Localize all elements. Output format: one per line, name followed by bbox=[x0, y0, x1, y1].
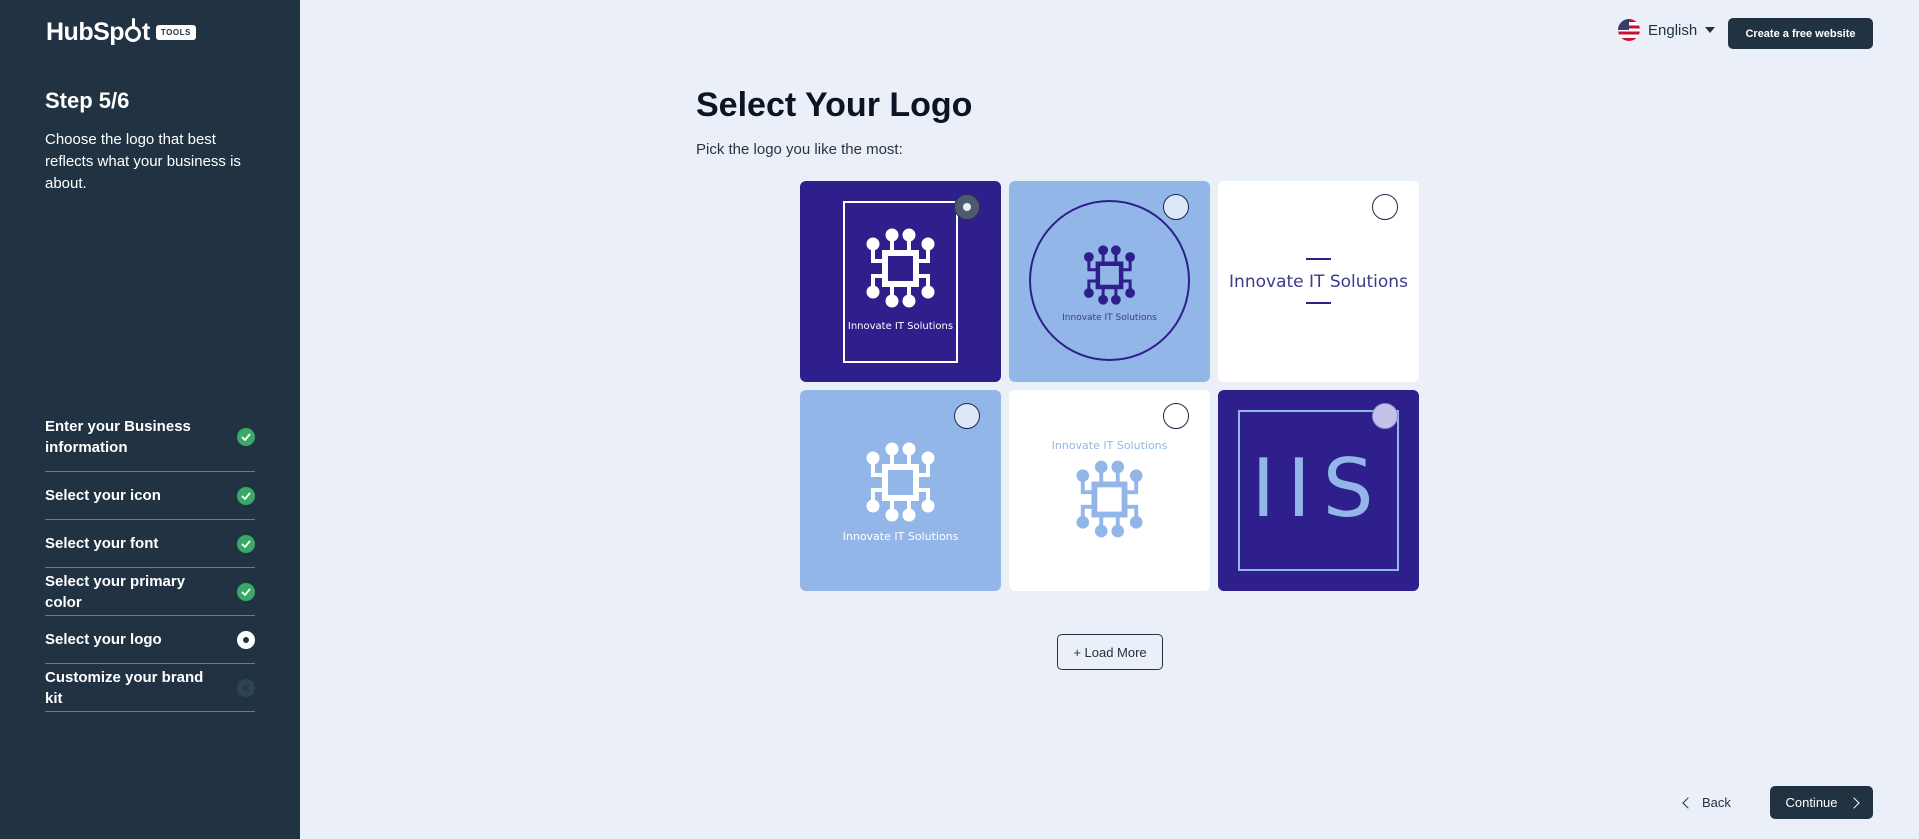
logo-option-2[interactable]: Innovate IT Solutions bbox=[1009, 181, 1210, 382]
pending-step-icon bbox=[237, 678, 255, 697]
step-label: Select your logo bbox=[45, 631, 162, 648]
circuit-chip-icon bbox=[866, 228, 935, 308]
language-selector[interactable]: English bbox=[1618, 19, 1716, 41]
page-subtitle: Pick the logo you like the most: bbox=[696, 141, 903, 158]
logo-text: Innovate IT Solutions bbox=[1062, 313, 1157, 323]
caret-down-icon bbox=[1705, 27, 1716, 33]
current-step-icon bbox=[237, 630, 255, 649]
step-label: Select your primary color bbox=[45, 572, 186, 611]
step-item-font: Select your font bbox=[45, 520, 255, 568]
radio-unselected[interactable] bbox=[954, 403, 980, 429]
logo-text: Innovate IT Solutions bbox=[1229, 272, 1408, 292]
logo-monogram: IIS bbox=[1251, 442, 1386, 535]
chevron-right-icon bbox=[1847, 796, 1860, 809]
chevron-left-icon bbox=[1682, 796, 1694, 809]
step-list: Enter your Business information Select y… bbox=[45, 408, 255, 712]
back-button[interactable]: Back bbox=[1682, 786, 1744, 819]
check-circle-icon bbox=[237, 534, 255, 553]
load-more-button[interactable]: + Load More bbox=[1057, 634, 1163, 670]
brand-name: HubSp t bbox=[46, 17, 150, 46]
step-label: Customize your brand kit bbox=[45, 668, 204, 707]
continue-label: Continue bbox=[1785, 795, 1838, 810]
logo-text: Innovate IT Solutions bbox=[842, 530, 959, 543]
us-flag-icon bbox=[1618, 19, 1640, 41]
logo-text: Innovate IT Solutions bbox=[1051, 439, 1168, 452]
logo-option-5[interactable]: Innovate IT Solutions bbox=[1009, 390, 1210, 591]
continue-button[interactable]: Continue bbox=[1770, 786, 1873, 819]
radio-unselected[interactable] bbox=[1163, 194, 1189, 220]
step-label: Enter your Business information bbox=[45, 417, 191, 456]
sprocket-icon bbox=[125, 17, 142, 42]
step-title: Step 5/6 bbox=[45, 88, 130, 113]
check-circle-icon bbox=[237, 486, 255, 505]
back-label: Back bbox=[1702, 795, 1731, 810]
check-circle-icon bbox=[237, 427, 255, 446]
logo-option-6[interactable]: IIS bbox=[1218, 390, 1419, 591]
logo-grid: Innovate IT Solutions Innovate IT Soluti… bbox=[800, 181, 1419, 591]
circuit-chip-icon bbox=[866, 442, 935, 522]
step-label: Select your icon bbox=[45, 487, 161, 504]
radio-unselected[interactable] bbox=[1163, 403, 1189, 429]
circuit-chip-icon bbox=[1084, 245, 1135, 305]
circuit-chip-icon bbox=[1076, 460, 1143, 538]
radio-unselected[interactable] bbox=[1372, 403, 1398, 429]
page-title: Select Your Logo bbox=[696, 86, 973, 124]
sidebar: HubSp t TOOLS Step 5/6 Choose the logo th… bbox=[0, 0, 300, 839]
step-item-brand-kit: Customize your brand kit bbox=[45, 664, 255, 712]
radio-selected[interactable] bbox=[954, 194, 980, 220]
step-item-business-info: Enter your Business information bbox=[45, 408, 255, 472]
radio-unselected[interactable] bbox=[1372, 194, 1398, 220]
step-item-icon: Select your icon bbox=[45, 472, 255, 520]
check-circle-icon bbox=[237, 582, 255, 601]
step-description: Choose the logo that best reflects what … bbox=[45, 131, 241, 192]
divider-top bbox=[1306, 258, 1331, 260]
step-label: Select your font bbox=[45, 535, 159, 552]
step-item-logo: Select your logo bbox=[45, 616, 255, 664]
brand-tag: TOOLS bbox=[155, 25, 196, 40]
language-label: English bbox=[1648, 21, 1698, 39]
step-item-primary-color: Select your primary color bbox=[45, 568, 255, 616]
logo-text: Innovate IT Solutions bbox=[847, 321, 954, 332]
hubspot-logo: HubSp t TOOLS bbox=[46, 17, 196, 47]
create-website-button[interactable]: Create a free website bbox=[1728, 18, 1873, 49]
logo-option-4[interactable]: Innovate IT Solutions bbox=[800, 390, 1001, 591]
divider-bottom bbox=[1306, 302, 1331, 304]
logo-option-1[interactable]: Innovate IT Solutions bbox=[800, 181, 1001, 382]
logo-option-3[interactable]: Innovate IT Solutions bbox=[1218, 181, 1419, 382]
